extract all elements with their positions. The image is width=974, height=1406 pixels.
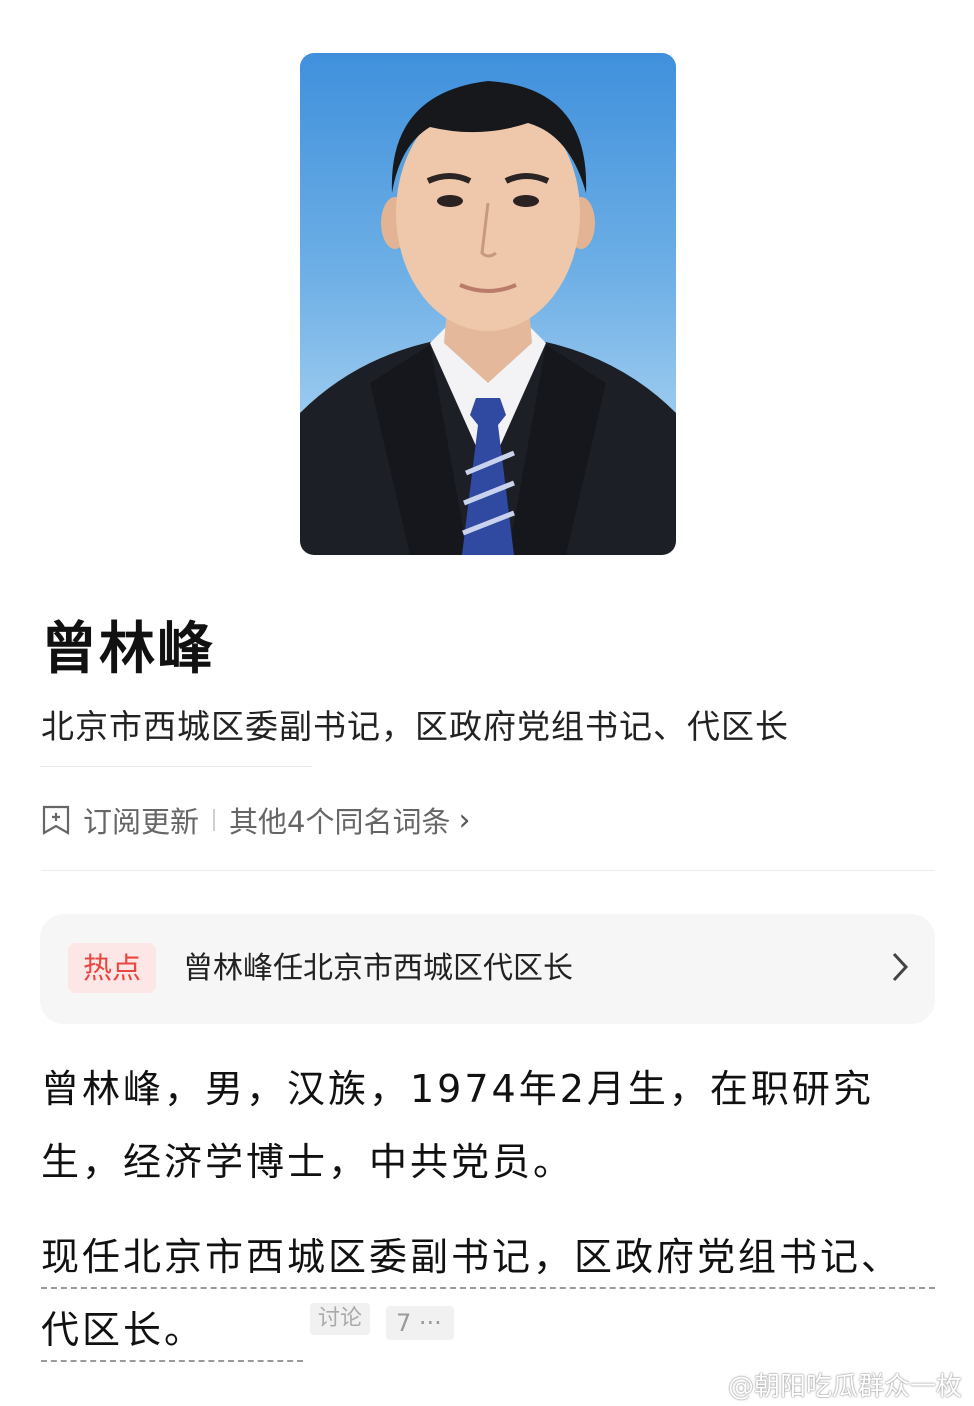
- watermark: @朝阳吃瓜群众一枚: [688, 1366, 962, 1403]
- intro-paragraph: 曾林峰，男，汉族，1974年2月生，在职研究生，经济学博士，中共党员。: [41, 1067, 874, 1184]
- discuss-count[interactable]: 7 ···: [386, 1306, 454, 1340]
- watermark-text: @朝阳吃瓜群众一枚: [727, 1372, 962, 1402]
- hot-badge: 热点: [68, 943, 156, 993]
- underline: [41, 1360, 303, 1362]
- separator: [213, 809, 216, 831]
- hot-news-text: 曾林峰任北京市西城区代区长: [183, 951, 573, 986]
- portrait-illustration: [300, 81, 676, 555]
- action-row: 订阅更新 其他4个同名词条 ›: [41, 798, 470, 842]
- person-title: 北京市西城区委副书记，区政府党组书记、代区长: [41, 707, 789, 746]
- subscribe-label: 订阅更新: [83, 805, 200, 839]
- chevron-right-icon: ›: [458, 802, 471, 838]
- weibo-logo: [688, 1373, 723, 1398]
- chevron-right-icon: [892, 952, 909, 982]
- same-name-entries-link[interactable]: 其他4个同名词条 ›: [229, 799, 470, 841]
- divider: [41, 766, 311, 767]
- subscribe-button[interactable]: 订阅更新: [41, 799, 199, 841]
- current-position-paragraph[interactable]: 现任北京市西城区委副书记，区政府党组书记、代区长。: [41, 1221, 941, 1367]
- same-name-entries-label: 其他4个同名词条: [229, 805, 451, 839]
- discuss-chip[interactable]: 讨论: [310, 1303, 370, 1335]
- underline: [41, 1287, 935, 1289]
- hot-news-card[interactable]: 热点 曾林峰任北京市西城区代区长: [40, 914, 935, 1024]
- current-position-text: 现任北京市西城区委副书记，区政府党组书记、代区长。: [41, 1235, 903, 1352]
- profile-photo[interactable]: [300, 53, 676, 555]
- bell-icon: [42, 805, 70, 835]
- person-name: 曾林峰: [41, 617, 215, 682]
- section-divider: [41, 870, 935, 871]
